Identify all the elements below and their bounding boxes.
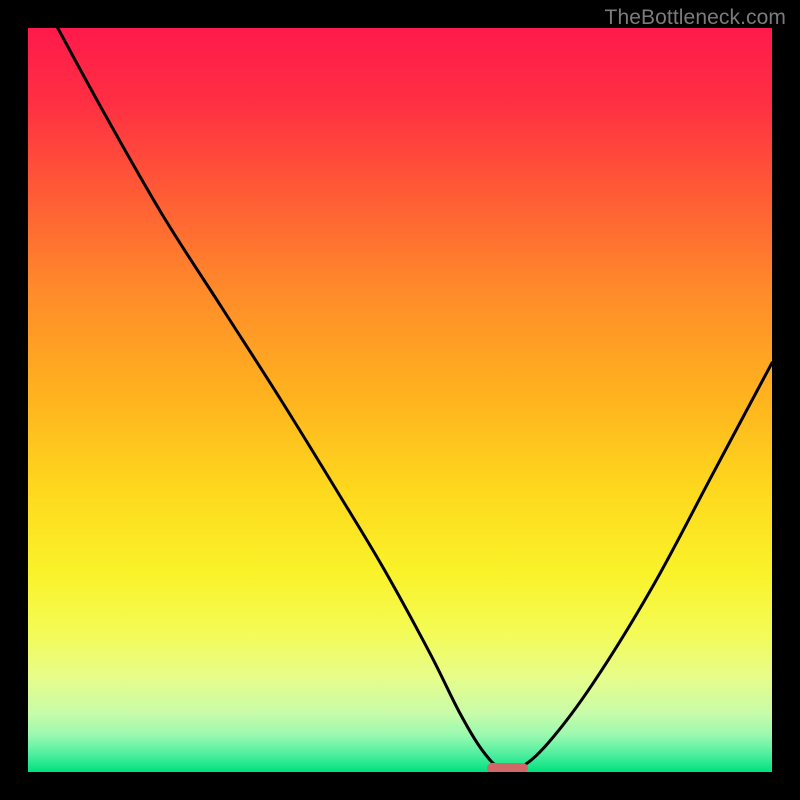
gradient-background [28, 28, 772, 772]
plot-area [28, 28, 772, 772]
chart-frame: TheBottleneck.com [0, 0, 800, 800]
optimal-range-marker [487, 763, 528, 772]
watermark-label: TheBottleneck.com [605, 6, 786, 30]
